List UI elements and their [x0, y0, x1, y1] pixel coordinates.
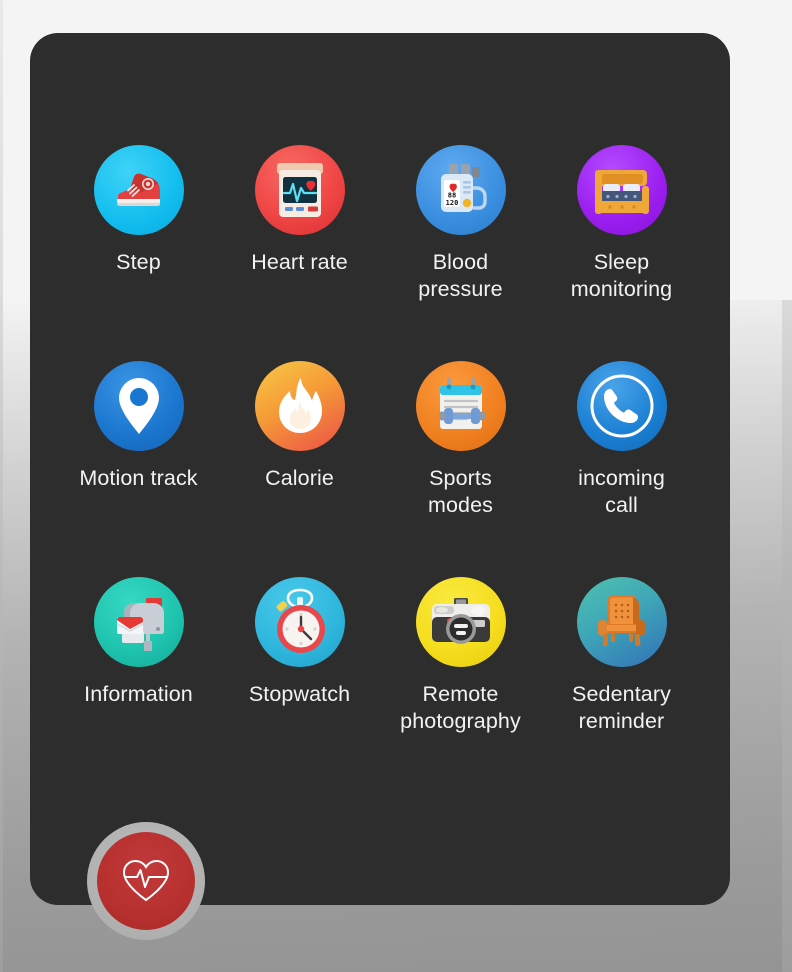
app-tile-remote-photography[interactable]: Remote photography — [380, 577, 541, 735]
heart-rate-monitor-icon — [254, 145, 345, 235]
app-tile-label: Motion track — [79, 466, 198, 490]
sneaker-icon — [93, 145, 184, 235]
app-tile-motion-track[interactable]: Motion track — [58, 361, 219, 519]
backdrop-left-edge — [0, 0, 3, 972]
app-tile-calorie[interactable]: Calorie — [219, 361, 380, 519]
app-tile-sedentary-reminder[interactable]: Sedentary reminder — [541, 577, 702, 735]
app-tile-blood-pressure[interactable]: 88 120 Blood pressure — [380, 145, 541, 303]
app-tile-label: Sedentary reminder — [572, 682, 671, 733]
app-tile-label: Heart rate — [251, 250, 348, 274]
backdrop-right-edge — [782, 300, 792, 972]
stopwatch-icon — [254, 577, 345, 667]
app-tile-label: Remote photography — [400, 682, 521, 733]
app-tile-label: Step — [116, 250, 161, 274]
app-tile-sleep-monitoring[interactable]: Sleep monitoring — [541, 145, 702, 303]
app-tile-stopwatch[interactable]: Stopwatch — [219, 577, 380, 735]
bed-icon — [576, 145, 667, 235]
mailbox-icon — [93, 577, 184, 667]
app-screen-panel: Step Heart rate 88 120 Blood pressure Sl… — [30, 33, 730, 940]
heart-pulse-home-button[interactable] — [97, 832, 195, 930]
heart-pulse-icon — [122, 859, 170, 902]
armchair-icon — [576, 577, 667, 667]
app-tile-incoming-call[interactable]: incoming call — [541, 361, 702, 519]
camera-icon — [415, 577, 506, 667]
location-pin-icon — [93, 361, 184, 451]
svg-text:120: 120 — [445, 199, 458, 207]
blood-pressure-cuff-icon: 88 120 — [415, 145, 506, 235]
app-tile-step[interactable]: Step — [58, 145, 219, 303]
app-tile-label: Sleep monitoring — [570, 250, 673, 301]
phone-handset-icon — [576, 361, 667, 451]
app-tile-label: incoming call — [578, 466, 665, 517]
app-tile-sports-modes[interactable]: Sports modes — [380, 361, 541, 519]
app-tile-heart-rate[interactable]: Heart rate — [219, 145, 380, 303]
app-tile-label: Calorie — [265, 466, 334, 490]
app-tile-label: Stopwatch — [248, 682, 351, 706]
app-tile-label: Blood pressure — [418, 250, 503, 301]
calendar-dumbbell-icon — [415, 361, 506, 451]
flame-icon — [254, 361, 345, 451]
app-icon-grid: Step Heart rate 88 120 Blood pressure Sl… — [30, 145, 730, 735]
app-tile-label: Information — [84, 682, 193, 706]
app-tile-label: Sports modes — [427, 466, 494, 517]
app-tile-information[interactable]: Information — [58, 577, 219, 735]
